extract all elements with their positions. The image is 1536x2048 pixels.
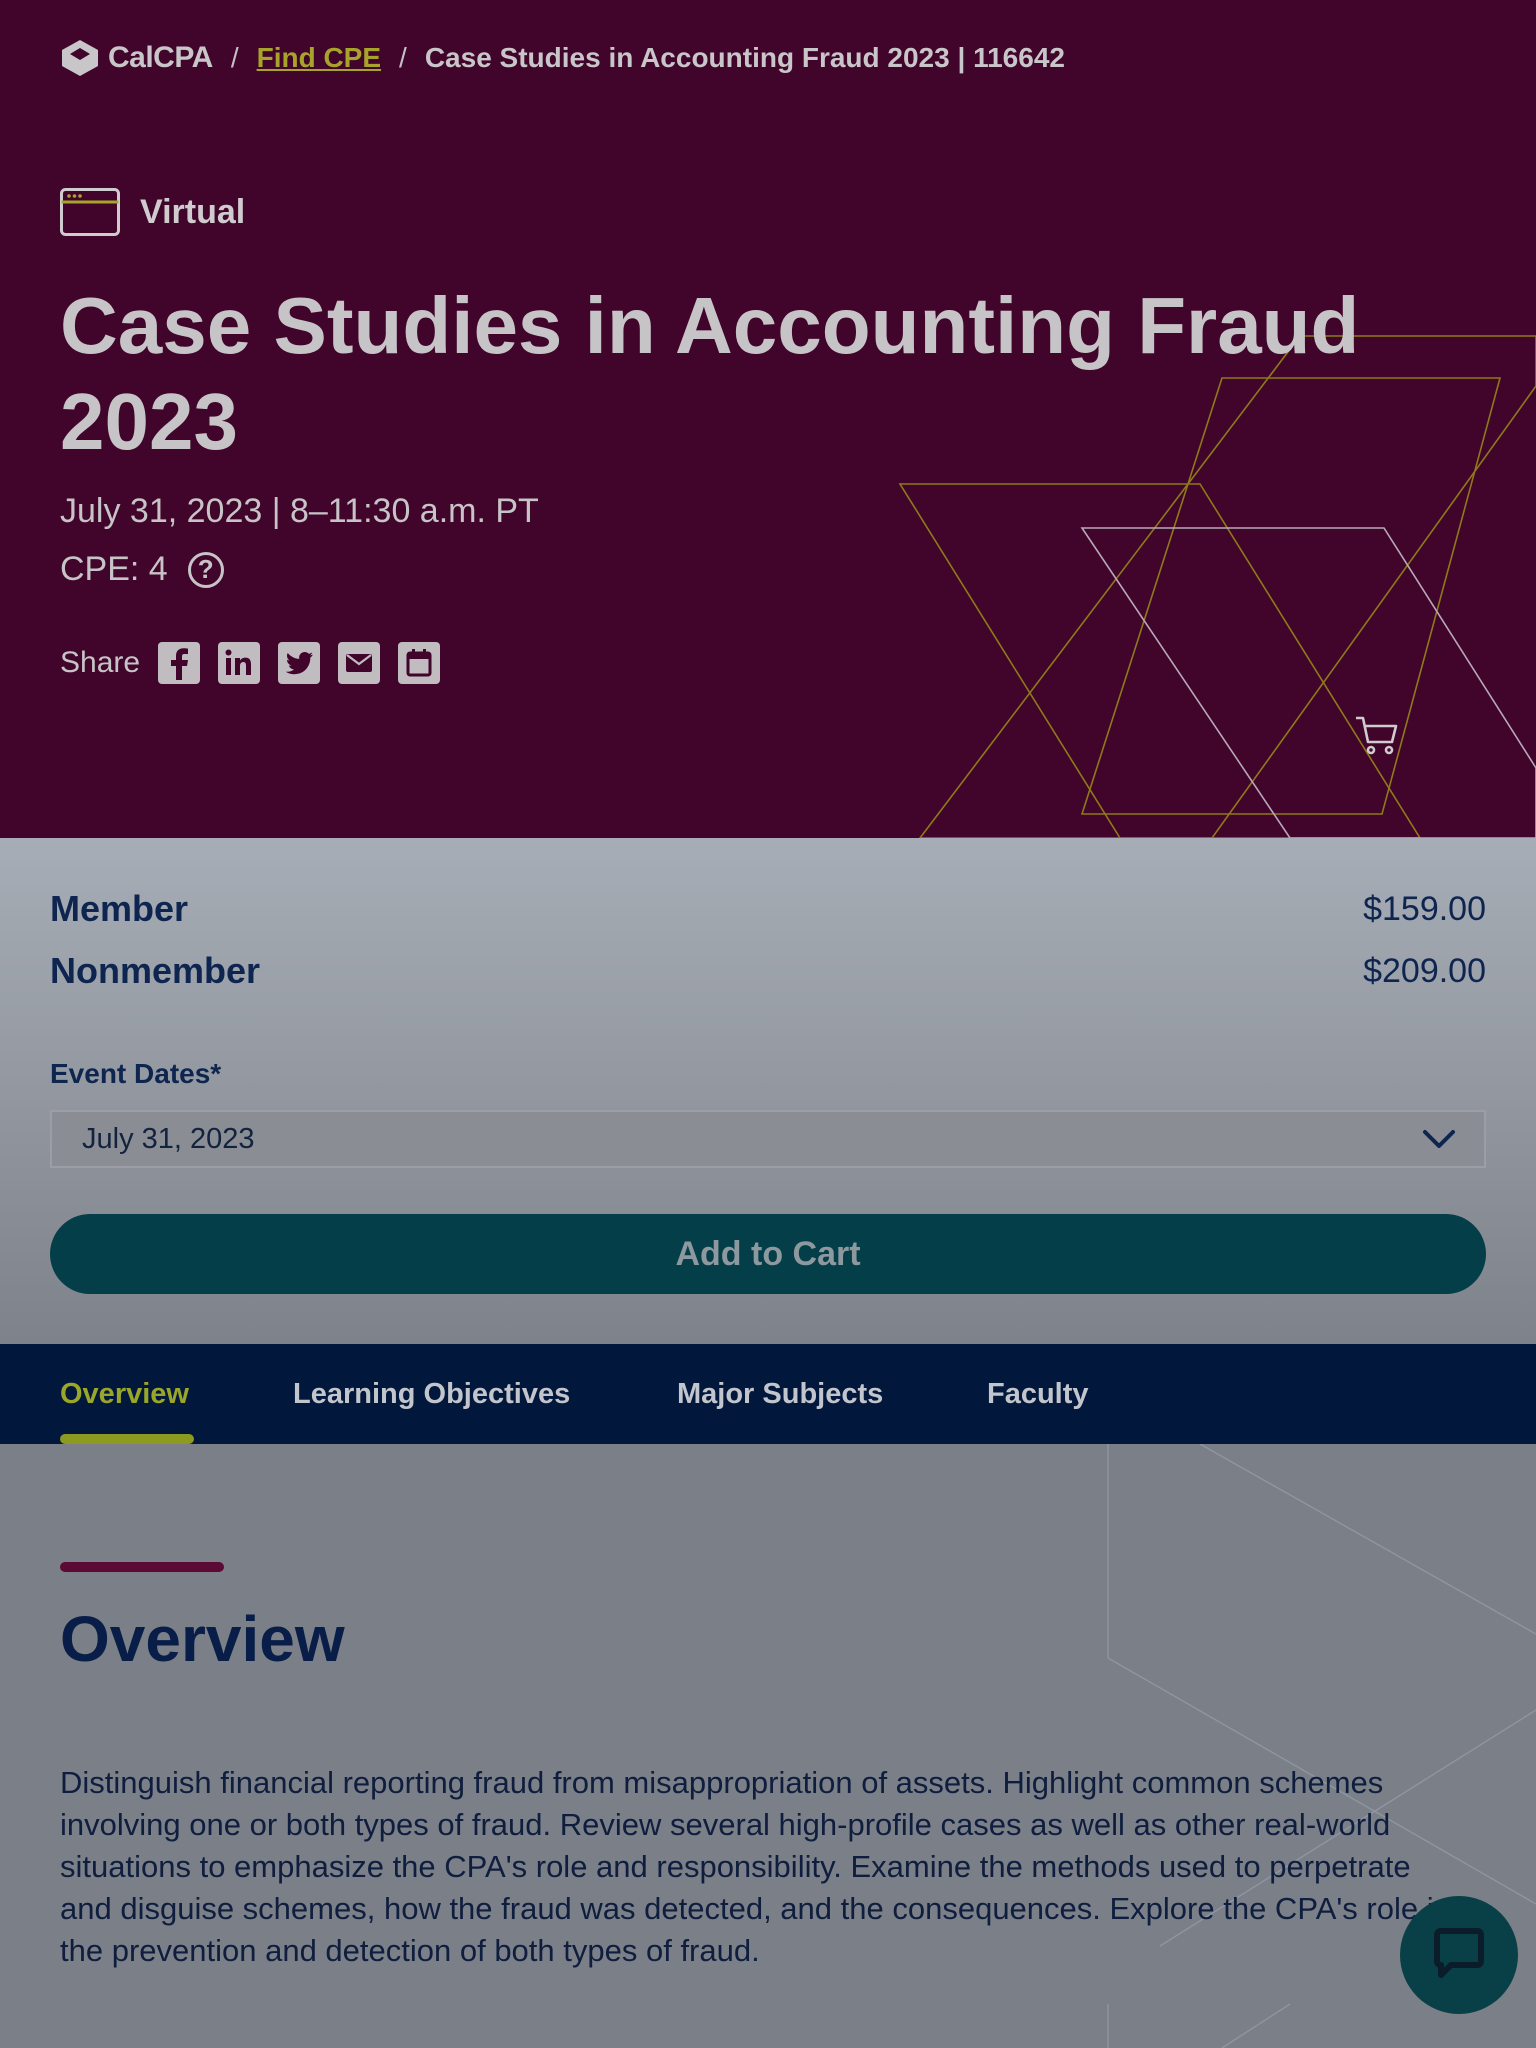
event-hero: CalCPA / Find CPE / Case Studies in Acco… bbox=[0, 0, 1536, 838]
breadcrumb-current: Case Studies in Accounting Fraud 2023 | … bbox=[424, 42, 1065, 73]
cpe-value: CPE: 4 bbox=[60, 550, 168, 588]
facebook-icon[interactable] bbox=[158, 642, 201, 684]
nonmember-label: Nonmember bbox=[50, 950, 261, 991]
active-tab-indicator bbox=[60, 1434, 194, 1444]
breadcrumb-separator: / bbox=[230, 42, 239, 73]
deco-parallelogram-1 bbox=[898, 483, 1421, 838]
event-dates-selected: July 31, 2023 bbox=[82, 1122, 255, 1155]
chevron-down-icon bbox=[1423, 1130, 1455, 1148]
linkedin-icon[interactable] bbox=[218, 642, 261, 684]
twitter-icon[interactable] bbox=[278, 642, 321, 684]
format-label: Virtual bbox=[140, 192, 246, 231]
logo-text: CalCPA bbox=[108, 41, 213, 74]
add-to-cart-button[interactable]: Add to Cart bbox=[50, 1214, 1486, 1294]
email-icon[interactable] bbox=[338, 642, 381, 684]
browser-window-icon bbox=[60, 188, 120, 236]
member-price-row: Member $159.00 bbox=[50, 888, 1486, 930]
chat-bubble-icon bbox=[1434, 1928, 1484, 1978]
calcpa-logo[interactable]: CalCPA bbox=[60, 38, 213, 78]
cpe-credits: CPE: 4 ? bbox=[60, 550, 224, 589]
nonmember-price: $209.00 bbox=[1363, 951, 1486, 990]
tab-faculty[interactable]: Faculty bbox=[987, 1344, 1089, 1444]
breadcrumb-find-cpe-link[interactable]: Find CPE bbox=[257, 42, 381, 74]
member-price: $159.00 bbox=[1363, 889, 1486, 928]
event-date-time: July 31, 2023 | 8–11:30 a.m. PT bbox=[60, 492, 539, 530]
breadcrumb-separator: / bbox=[399, 42, 407, 73]
calendar-icon[interactable] bbox=[398, 642, 441, 684]
section-tabs: Overview Learning Objectives Major Subje… bbox=[0, 1344, 1536, 1444]
share-label: Share bbox=[60, 646, 141, 679]
member-label: Member bbox=[50, 888, 189, 929]
tab-learning-objectives[interactable]: Learning Objectives bbox=[293, 1344, 570, 1444]
tab-major-subjects[interactable]: Major Subjects bbox=[677, 1344, 883, 1444]
format-badge: Virtual bbox=[60, 188, 245, 236]
overview-heading: Overview bbox=[60, 1603, 345, 1675]
chat-button[interactable] bbox=[1400, 1896, 1518, 2014]
event-dates-label: Event Dates* bbox=[50, 1058, 222, 1089]
overview-section: Overview Distinguish financial reporting… bbox=[0, 1444, 1536, 2048]
deco-parallelogram-4 bbox=[1080, 527, 1536, 838]
section-accent-bar bbox=[60, 1562, 224, 1572]
nonmember-price-row: Nonmember $209.00 bbox=[50, 950, 1486, 992]
help-icon[interactable]: ? bbox=[187, 551, 224, 588]
overview-description: Distinguish financial reporting fraud fr… bbox=[60, 1765, 1451, 1968]
event-dates-select[interactable]: July 31, 2023 bbox=[50, 1110, 1486, 1168]
shopping-cart-icon[interactable] bbox=[1354, 714, 1400, 763]
share-bar: Share bbox=[60, 642, 441, 684]
event-title: Case Studies in Accounting Fraud 2023 bbox=[60, 281, 1360, 466]
purchase-panel: Member $159.00 Nonmember $209.00 Event D… bbox=[0, 838, 1536, 1344]
tab-overview[interactable]: Overview bbox=[60, 1344, 189, 1444]
calcpa-logo-icon bbox=[62, 40, 98, 76]
breadcrumb: CalCPA / Find CPE / Case Studies in Acco… bbox=[60, 36, 1065, 80]
